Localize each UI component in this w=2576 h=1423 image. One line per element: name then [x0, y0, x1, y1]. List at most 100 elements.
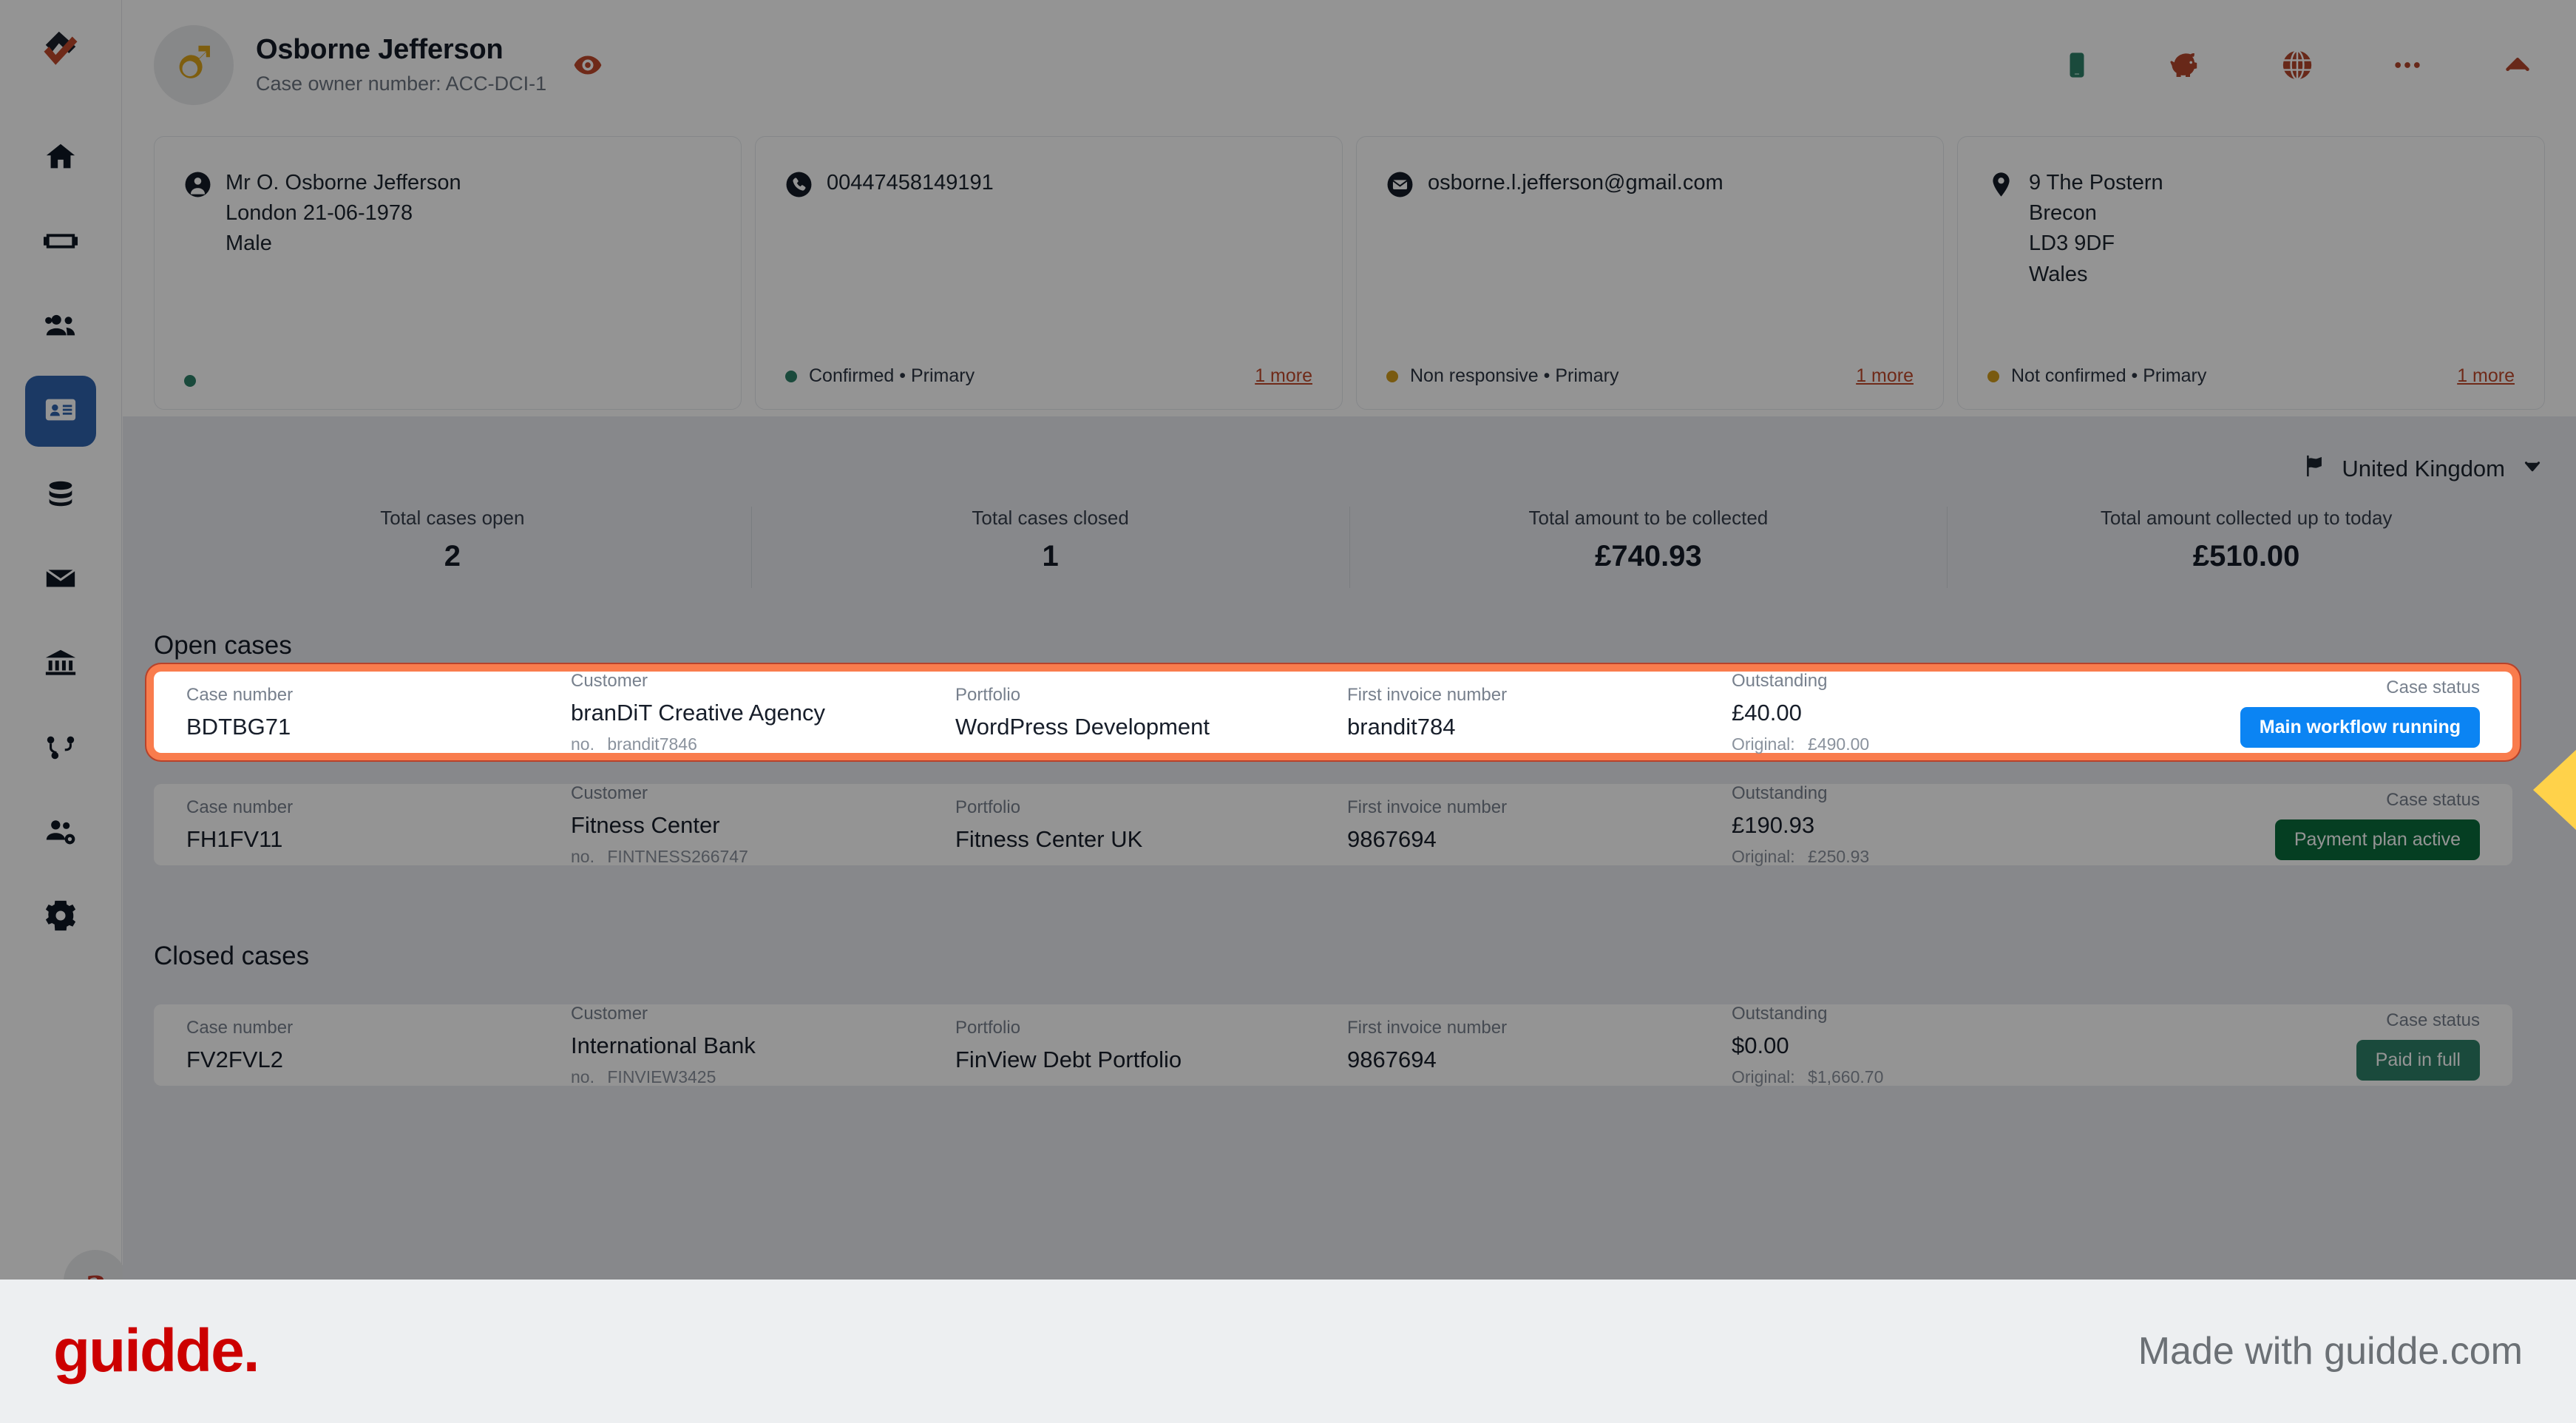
more-link[interactable]: 1 more — [1255, 365, 1312, 387]
cell-label: Case number — [186, 1017, 294, 1038]
case-row[interactable]: Case number FH1FV11 Customer Fitness Cen… — [154, 783, 2512, 867]
status-text: Non responsive • Primary — [1410, 365, 1619, 386]
contact-card-person[interactable]: Mr O. Osborne Jefferson London 21-06-197… — [154, 136, 742, 410]
cell-label: Outstanding — [1732, 1003, 1828, 1024]
card-footer: Confirmed • Primary 1 more — [785, 365, 1312, 387]
cell-value: £190.93 — [1732, 811, 1815, 838]
bank-icon — [44, 646, 78, 683]
sidebar — [0, 0, 122, 1280]
globe-icon[interactable] — [2280, 45, 2314, 85]
cell-value: 9867694 — [1347, 1046, 1437, 1072]
cell-outstanding: Outstanding $0.00 Original: $1,660.70 — [1732, 1004, 2131, 1087]
stat-value: £510.00 — [2192, 540, 2300, 572]
status-badge[interactable]: Payment plan active — [2274, 819, 2480, 860]
card-line: Wales — [2029, 262, 2088, 286]
people-gear-icon — [44, 814, 78, 852]
stat-total-amount-collected: Total amount collected up to today £510.… — [1947, 507, 2545, 588]
card-line: Mr O. Osborne Jefferson — [226, 171, 461, 195]
card-line: 00447458149191 — [827, 171, 994, 195]
stat-label: Total cases closed — [972, 507, 1129, 529]
people-icon — [44, 308, 78, 346]
stat-label: Total amount to be collected — [1528, 507, 1769, 529]
stat-value: 1 — [1042, 540, 1059, 572]
person-icon — [184, 168, 211, 202]
more-link[interactable]: 1 more — [2457, 365, 2515, 387]
cell-sub-value: FINVIEW3425 — [607, 1067, 716, 1086]
section-title-open-cases: Open cases — [154, 631, 292, 660]
sidebar-item-contacts[interactable] — [25, 376, 96, 447]
cell-label: Case status — [2386, 1010, 2480, 1030]
country-selector[interactable]: United Kingdom — [2302, 453, 2545, 484]
guidde-logo: guidde. — [53, 1317, 260, 1385]
sidebar-item-home[interactable] — [25, 123, 96, 194]
stat-label: Total cases open — [380, 507, 525, 529]
sidebar-item-data[interactable] — [25, 460, 96, 531]
cell-label: Outstanding — [1732, 783, 1828, 803]
cell-label: Case status — [2386, 677, 2480, 697]
sidebar-item-teams[interactable] — [25, 797, 96, 868]
piggy-bank-icon[interactable] — [2168, 45, 2203, 85]
cell-value: FV2FVL2 — [186, 1046, 283, 1072]
contact-card-address[interactable]: 9 The Postern Brecon LD3 9DF Wales Not c… — [1957, 136, 2545, 410]
country-label: United Kingdom — [2342, 456, 2505, 481]
card-footer: Non responsive • Primary 1 more — [1386, 365, 1914, 387]
card-line: LD3 9DF — [2029, 231, 2115, 256]
status-text: Confirmed • Primary — [809, 365, 975, 386]
made-with-guidde-text: Made with guidde.com — [2138, 1330, 2523, 1373]
cell-value: brandit784 — [1347, 713, 1456, 740]
sidebar-item-cards[interactable] — [25, 207, 96, 278]
sidebar-item-settings[interactable] — [25, 882, 96, 953]
stat-value: 2 — [444, 540, 461, 572]
collapse-chevron-up-icon[interactable] — [2501, 45, 2535, 85]
avatar — [154, 24, 234, 105]
finview-logo[interactable] — [34, 27, 87, 80]
card-line: London 21-06-1978 — [226, 201, 413, 226]
cell-case-status: Case status Main workflow running — [2240, 677, 2480, 748]
card-lines: Mr O. Osborne Jefferson London 21-06-197… — [226, 168, 461, 260]
cell-outstanding: Outstanding £40.00 Original: £490.00 — [1732, 671, 2131, 754]
mobile-phone-icon[interactable] — [2063, 45, 2091, 85]
status-dot — [1386, 370, 1398, 382]
cell-sub-value: $1,660.70 — [1808, 1067, 1884, 1086]
cell-label: Portfolio — [955, 797, 1021, 817]
stat-total-cases-open: Total cases open 2 — [154, 507, 751, 588]
sidebar-item-mail[interactable] — [25, 544, 96, 615]
case-row[interactable]: Case number FV2FVL2 Customer Internation… — [154, 1004, 2512, 1086]
cell-value: International Bank — [571, 1032, 756, 1058]
cell-portfolio: Portfolio WordPress Development — [955, 685, 1347, 740]
gear-icon — [44, 899, 78, 936]
cell-label: Case number — [186, 797, 294, 817]
page-title: Osborne Jefferson — [256, 34, 504, 65]
more-options-icon[interactable] — [2391, 45, 2424, 85]
status-dot — [184, 375, 196, 387]
cell-case-number: Case number FH1FV11 — [186, 797, 571, 853]
cell-outstanding: Outstanding £190.93 Original: £250.93 — [1732, 783, 2131, 867]
sidebar-item-workflows[interactable] — [25, 713, 96, 784]
cell-label: Customer — [571, 783, 648, 803]
cell-value: FH1FV11 — [186, 825, 283, 852]
contact-card-phone[interactable]: 00447458149191 Confirmed • Primary 1 mor… — [755, 136, 1343, 410]
status-badge[interactable]: Paid in full — [2356, 1039, 2480, 1081]
cell-customer: Customer branDiT Creative Agency no. bra… — [571, 671, 955, 754]
card-head: osborne.l.jefferson@gmail.com — [1386, 168, 1914, 202]
cell-label: Portfolio — [955, 1017, 1021, 1038]
sidebar-item-banks[interactable] — [25, 629, 96, 700]
section-title-closed-cases: Closed cases — [154, 942, 310, 970]
eye-icon[interactable] — [572, 49, 604, 81]
page-header: Osborne Jefferson Case owner number: ACC… — [123, 0, 2576, 129]
cell-sub-label: Original: — [1732, 734, 1795, 754]
sidebar-item-customers[interactable] — [25, 291, 96, 362]
cell-sub-label: Original: — [1732, 1067, 1795, 1086]
more-link[interactable]: 1 more — [1856, 365, 1914, 387]
cell-subvalue: no. FINVIEW3425 — [571, 1067, 955, 1087]
contact-card-icon — [44, 393, 78, 430]
status-badge[interactable]: Main workflow running — [2240, 706, 2480, 748]
case-row[interactable]: Case number BDTBG71 Customer branDiT Cre… — [154, 671, 2512, 754]
cell-label: Portfolio — [955, 684, 1021, 705]
header-texts: Osborne Jefferson Case owner number: ACC… — [256, 34, 546, 95]
card-line: 9 The Postern — [2029, 171, 2163, 195]
card-lines: 9 The Postern Brecon LD3 9DF Wales — [2029, 168, 2163, 290]
contact-card-email[interactable]: osborne.l.jefferson@gmail.com Non respon… — [1356, 136, 1944, 410]
stats-row: Total cases open 2 Total cases closed 1 … — [154, 507, 2545, 588]
card-lines: osborne.l.jefferson@gmail.com — [1428, 168, 1723, 198]
